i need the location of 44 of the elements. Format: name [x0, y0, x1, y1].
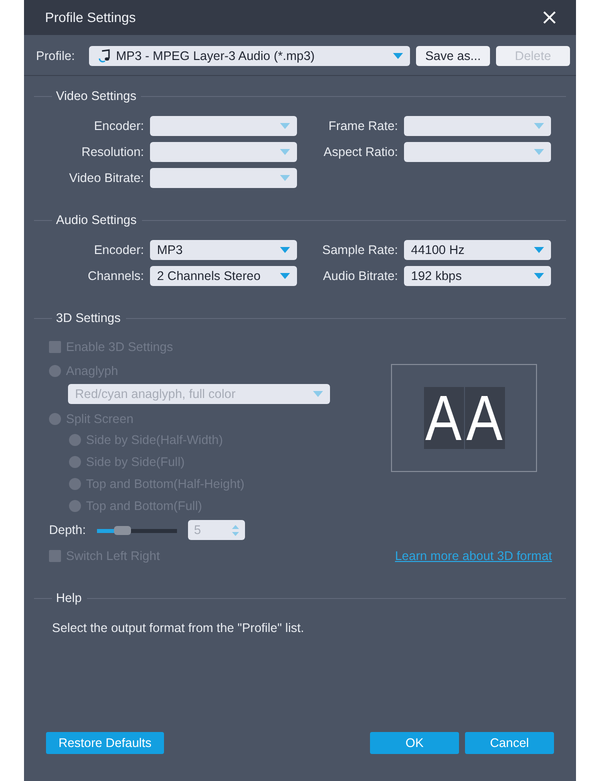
- caret-icon: [313, 391, 323, 397]
- caret-icon: [280, 175, 290, 181]
- caret-icon: [280, 247, 290, 253]
- field-label: Channels:: [88, 268, 144, 284]
- field-label: Resolution:: [81, 144, 144, 160]
- field-label: Sample Rate:: [322, 242, 398, 258]
- caret-icon: [534, 247, 544, 253]
- help-text: Select the output format from the "Profile" list.: [52, 621, 304, 636]
- section-title: Help: [56, 591, 82, 605]
- dropdown[interactable]: 2 Channels Stereo: [150, 266, 297, 286]
- preview-letter: A: [466, 391, 503, 445]
- caret-icon: [280, 149, 290, 155]
- field-label: Frame Rate:: [328, 118, 398, 134]
- close-icon: [543, 11, 556, 24]
- caret-icon: [534, 273, 544, 279]
- spin-arrows-icon: [232, 524, 239, 536]
- ok-button[interactable]: OK: [370, 732, 459, 754]
- depth-label: Depth:: [49, 522, 86, 538]
- close-button[interactable]: [543, 11, 556, 24]
- preview-letter: A: [425, 391, 462, 445]
- restore-defaults-button[interactable]: Restore Defaults: [46, 732, 164, 754]
- cancel-button[interactable]: Cancel: [465, 732, 554, 754]
- section-title: Audio Settings: [56, 213, 137, 227]
- save-as-button[interactable]: Save as...: [416, 46, 490, 66]
- dropdown[interactable]: 44100 Hz: [404, 240, 551, 260]
- caret-icon: [280, 123, 290, 129]
- learn-more-link[interactable]: Learn more about 3D format: [394, 549, 552, 564]
- dropdown[interactable]: MP3: [150, 240, 297, 260]
- profile-dropdown[interactable]: MP3 - MPEG Layer-3 Audio (*.mp3): [89, 46, 410, 66]
- caret-icon: [393, 53, 403, 59]
- field-label: Encoder:: [94, 118, 144, 134]
- field-label: Audio Bitrate:: [322, 268, 398, 284]
- profile-label: Profile:: [36, 48, 75, 64]
- caret-icon: [280, 273, 290, 279]
- section-title: Video Settings: [56, 89, 136, 103]
- caret-icon: [534, 149, 544, 155]
- field-label: Video Bitrate:: [69, 170, 144, 186]
- caret-icon: [534, 123, 544, 129]
- field-label: Aspect Ratio:: [324, 144, 398, 160]
- window-title: Profile Settings: [45, 10, 136, 25]
- section-title: 3D Settings: [56, 311, 121, 325]
- dropdown[interactable]: 192 kbps: [404, 266, 551, 286]
- field-label: Encoder:: [94, 242, 144, 258]
- music-note-icon: [98, 49, 110, 63]
